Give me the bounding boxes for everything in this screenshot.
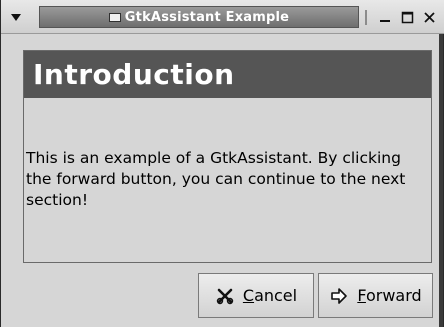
close-button[interactable]	[419, 6, 439, 28]
page-header: Introduction	[24, 51, 431, 98]
forward-button[interactable]: Forward	[318, 273, 433, 318]
page-title: Introduction	[33, 58, 235, 91]
title-bar[interactable]: GtkAssistant Example	[1, 0, 444, 34]
titlebar-separator	[365, 10, 367, 25]
window-edge	[439, 34, 443, 327]
maximize-button[interactable]	[397, 6, 417, 28]
minimize-icon	[380, 20, 390, 22]
page-body-text: This is an example of a GtkAssistant. By…	[26, 149, 406, 209]
window-title-area[interactable]: GtkAssistant Example	[39, 6, 359, 28]
cancel-button[interactable]: Cancel	[198, 273, 314, 318]
forward-arrow-icon	[329, 286, 349, 306]
window-menu-button[interactable]	[5, 7, 27, 27]
cancel-icon	[215, 286, 235, 306]
maximize-icon	[401, 11, 413, 23]
forward-label: Forward	[357, 286, 422, 305]
down-triangle-icon	[11, 13, 21, 21]
assistant-window: GtkAssistant Example Introduction This i…	[0, 0, 444, 327]
cancel-label: Cancel	[242, 286, 298, 305]
window-title: GtkAssistant Example	[124, 9, 290, 25]
close-icon	[423, 11, 435, 23]
assistant-page: Introduction This is an example of a Gtk…	[23, 50, 432, 263]
minimize-button[interactable]	[375, 6, 395, 28]
app-icon	[108, 12, 121, 22]
